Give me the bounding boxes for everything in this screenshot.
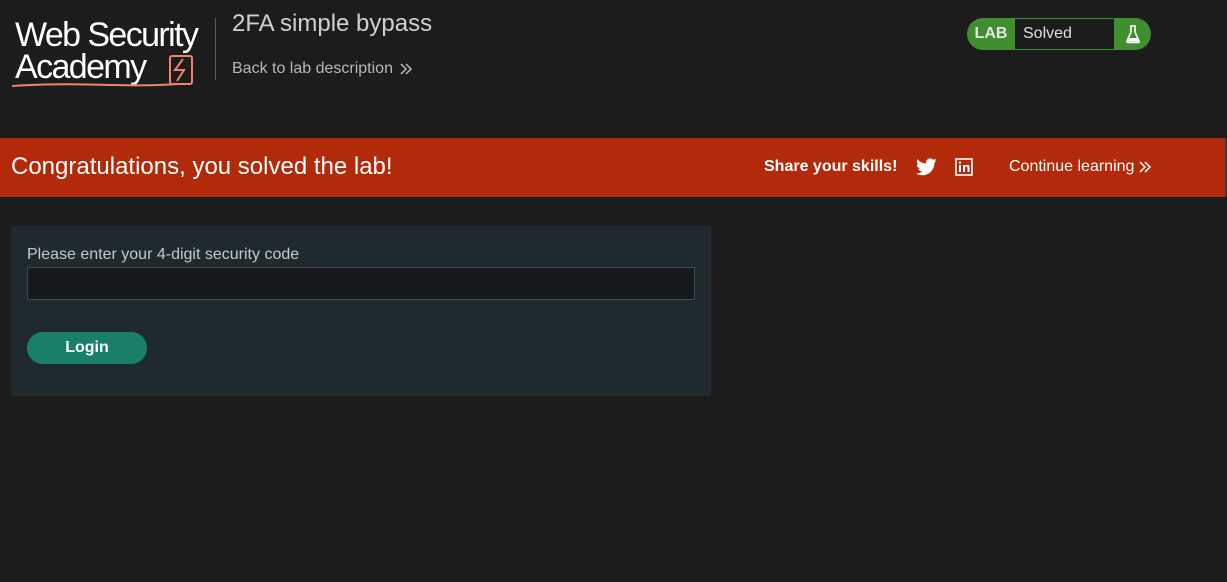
- lab-status-widget: LAB Solved: [967, 18, 1151, 50]
- solved-notification-banner: Congratulations, you solved the lab! Sha…: [0, 138, 1227, 197]
- lab-badge: LAB: [974, 25, 1008, 42]
- congratulations-message: Congratulations, you solved the lab!: [11, 153, 393, 180]
- twitter-icon[interactable]: [915, 158, 937, 181]
- back-link-label: Back to lab description: [232, 60, 393, 77]
- double-chevron-right-icon: [1138, 160, 1152, 174]
- lab-status-text: Solved: [1015, 19, 1114, 49]
- security-code-form: Please enter your 4-digit security code …: [11, 226, 711, 396]
- continue-learning-link[interactable]: Continue learning: [1009, 158, 1152, 176]
- login-button[interactable]: Login: [27, 332, 147, 364]
- flask-icon: [1114, 24, 1151, 44]
- logo-lightning-icon: [12, 55, 193, 87]
- header-divider: [215, 18, 216, 80]
- double-chevron-right-icon: [399, 62, 413, 76]
- linkedin-icon[interactable]: [955, 158, 973, 181]
- header: Web Security Academy 2FA simple bypass B…: [0, 0, 1227, 138]
- security-code-label: Please enter your 4-digit security code: [27, 246, 300, 263]
- web-security-academy-logo[interactable]: Web Security Academy: [12, 16, 212, 90]
- share-skills-label: Share your skills!: [764, 158, 898, 175]
- back-to-lab-description-link[interactable]: Back to lab description: [232, 60, 413, 78]
- continue-learning-label: Continue learning: [1009, 158, 1135, 175]
- lab-title: 2FA simple bypass: [232, 10, 433, 37]
- security-code-input[interactable]: [27, 267, 695, 300]
